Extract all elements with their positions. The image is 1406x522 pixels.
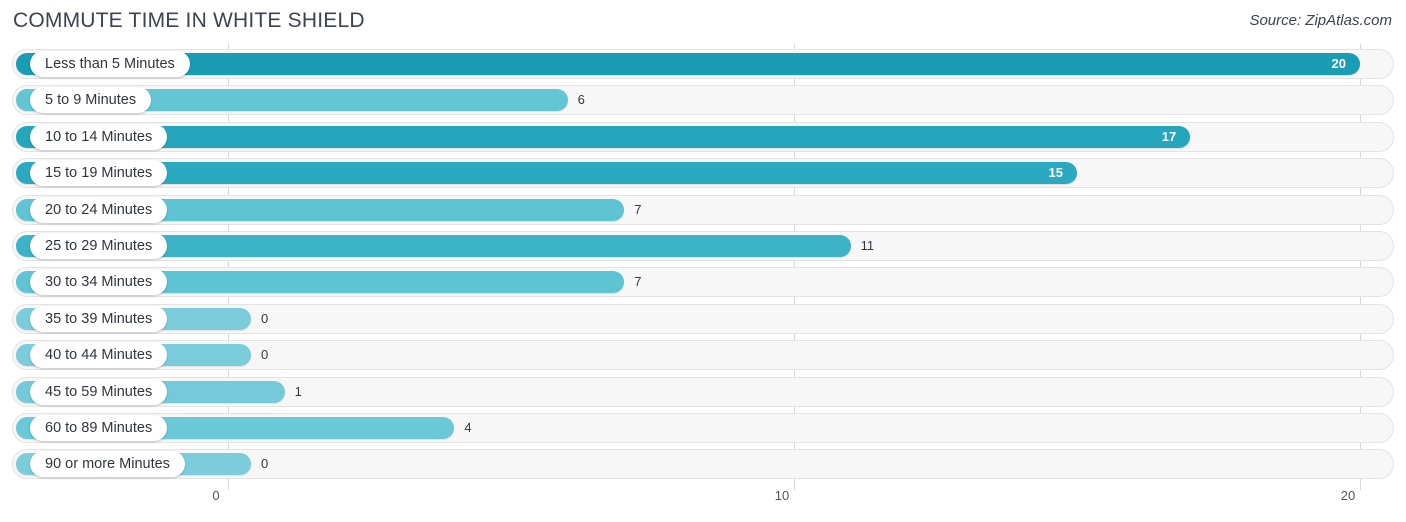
bar-row[interactable]: 7 20 to 24 Minutes <box>12 194 1394 225</box>
category-label: 10 to 14 Minutes <box>30 123 168 150</box>
chart-plot-area: 20 Less than 5 Minutes 6 5 to 9 Minutes 17 10… <box>0 44 1406 488</box>
bar-row[interactable]: 6 5 to 9 Minutes <box>12 85 1394 116</box>
bar-value-label: 0 <box>261 456 269 472</box>
bar-value-label: 0 <box>261 347 269 363</box>
category-label: 90 or more Minutes <box>30 451 185 478</box>
category-label: Less than 5 Minutes <box>30 51 190 77</box>
page-title: COMMUTE TIME IN WHITE SHIELD <box>13 9 365 32</box>
bar-row[interactable]: 0 90 or more Minutes <box>12 449 1394 480</box>
source-attribution: Source: ZipAtlas.com <box>1249 12 1392 29</box>
category-label: 20 to 24 Minutes <box>30 196 168 223</box>
bar-value-label: 11 <box>860 238 875 253</box>
bar-value-label: 17 <box>1161 128 1177 144</box>
bar-value-label: 6 <box>577 92 585 108</box>
bar-row[interactable]: 0 40 to 44 Minutes <box>12 340 1394 371</box>
category-label: 40 to 44 Minutes <box>30 342 168 369</box>
bar-value-label: 20 <box>1331 56 1346 71</box>
chart-header: COMMUTE TIME IN WHITE SHIELD Source: Zip… <box>0 0 1406 44</box>
bar-value-label: 1 <box>294 383 302 399</box>
bar-row[interactable]: 15 15 to 19 Minutes <box>12 158 1394 189</box>
bar[interactable]: 20 <box>16 53 1360 75</box>
bar-value-label: 7 <box>634 201 642 217</box>
bar[interactable]: 17 <box>16 125 1191 148</box>
bar-value-label: 4 <box>464 420 472 435</box>
bar-row[interactable]: 17 10 to 14 Minutes <box>12 121 1394 152</box>
x-axis: 0 10 20 <box>0 480 1406 522</box>
bar-row[interactable]: 11 25 to 29 Minutes <box>12 231 1394 261</box>
category-label: 30 to 34 Minutes <box>30 269 168 296</box>
x-axis-tick-mark <box>1360 480 1361 490</box>
bar-row[interactable]: 20 Less than 5 Minutes <box>12 49 1394 79</box>
bar-row[interactable]: 7 30 to 34 Minutes <box>12 267 1394 298</box>
bar-row[interactable]: 0 35 to 39 Minutes <box>12 303 1394 334</box>
bar-value-label: 15 <box>1048 165 1063 181</box>
category-label: 15 to 19 Minutes <box>30 160 168 187</box>
bar-rows: 20 Less than 5 Minutes 6 5 to 9 Minutes 17 10… <box>0 44 1406 488</box>
category-label: 5 to 9 Minutes <box>30 87 152 114</box>
category-label: 60 to 89 Minutes <box>30 415 168 441</box>
category-label: 25 to 29 Minutes <box>30 233 168 259</box>
category-label: 45 to 59 Minutes <box>30 378 168 405</box>
bar-row[interactable]: 4 60 to 89 Minutes <box>12 413 1394 443</box>
x-axis-tick-mark <box>228 480 229 490</box>
x-axis-tick-mark <box>794 480 795 490</box>
category-label: 35 to 39 Minutes <box>30 305 168 332</box>
x-axis-tick-label: 20 <box>1340 488 1356 503</box>
x-axis-tick-label: 10 <box>774 488 790 503</box>
x-axis-tick-label: 0 <box>212 488 220 503</box>
bar-row[interactable]: 1 45 to 59 Minutes <box>12 376 1394 407</box>
bar[interactable]: 15 <box>16 162 1077 185</box>
bar-value-label: 0 <box>261 310 269 326</box>
bar-value-label: 7 <box>634 274 642 290</box>
